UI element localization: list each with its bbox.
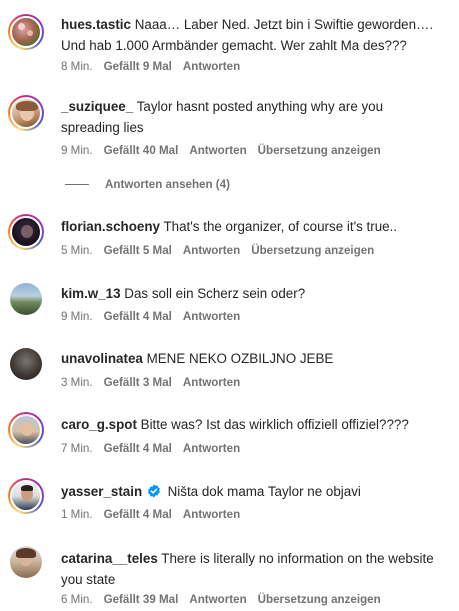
comment-time[interactable]: 6 Min. bbox=[61, 593, 93, 606]
comment-time[interactable]: 7 Min. bbox=[61, 442, 93, 455]
comment-time[interactable]: 8 Min. bbox=[61, 60, 93, 73]
reply-button[interactable]: Antworten bbox=[183, 60, 240, 73]
comment-text: Bitte was? Ist das wirklich offiziell of… bbox=[140, 417, 409, 432]
reply-button[interactable]: Antworten bbox=[189, 144, 246, 157]
verified-badge-icon bbox=[147, 483, 161, 504]
likes-count[interactable]: Gefällt 39 Mal bbox=[104, 593, 179, 606]
comment-text: Ništa dok mama Taylor ne objavi bbox=[167, 484, 361, 499]
likes-count[interactable]: Gefällt 4 Mal bbox=[104, 442, 172, 455]
show-translation-button[interactable]: Übersetzung anzeigen bbox=[251, 244, 374, 257]
likes-count[interactable]: Gefällt 4 Mal bbox=[104, 310, 172, 323]
divider-line bbox=[65, 184, 89, 185]
comment-username[interactable]: catarina__teles bbox=[61, 551, 158, 566]
comment-text: MENE NEKO OZBILJNO JEBE bbox=[146, 351, 334, 366]
comment-time[interactable]: 3 Min. bbox=[61, 376, 93, 389]
avatar[interactable] bbox=[8, 95, 44, 131]
likes-count[interactable]: Gefällt 3 Mal bbox=[104, 376, 172, 389]
reply-button[interactable]: Antworten bbox=[183, 310, 240, 323]
reply-button[interactable]: Antworten bbox=[189, 593, 246, 606]
comment-username[interactable]: florian.schoeny bbox=[61, 219, 160, 234]
avatar[interactable] bbox=[8, 214, 44, 250]
likes-count[interactable]: Gefällt 5 Mal bbox=[104, 244, 172, 257]
show-translation-button[interactable]: Übersetzung anzeigen bbox=[258, 144, 381, 157]
comment-time[interactable]: 5 Min. bbox=[61, 244, 93, 257]
comment-time[interactable]: 9 Min. bbox=[61, 144, 93, 157]
reply-button[interactable]: Antworten bbox=[183, 244, 240, 257]
avatar[interactable] bbox=[8, 478, 44, 514]
comment-username[interactable]: unavolinatea bbox=[61, 351, 143, 366]
comment-time[interactable]: 1 Min. bbox=[61, 508, 93, 521]
comment-text: Das soll ein Scherz sein oder? bbox=[124, 286, 306, 301]
show-translation-button[interactable]: Übersetzung anzeigen bbox=[258, 593, 381, 606]
likes-count[interactable]: Gefällt 4 Mal bbox=[104, 508, 172, 521]
comment-text: That's the organizer, of course it's tru… bbox=[163, 219, 398, 234]
avatar[interactable] bbox=[8, 14, 44, 50]
avatar[interactable] bbox=[10, 348, 42, 380]
reply-button[interactable]: Antworten bbox=[183, 376, 240, 389]
reply-button[interactable]: Antworten bbox=[183, 442, 240, 455]
view-replies-button[interactable]: Antworten ansehen (4) bbox=[65, 178, 230, 191]
likes-count[interactable]: Gefällt 9 Mal bbox=[104, 60, 172, 73]
view-replies-label: Antworten ansehen (4) bbox=[105, 178, 230, 191]
reply-button[interactable]: Antworten bbox=[183, 508, 240, 521]
comment-username[interactable]: caro_g.spot bbox=[61, 417, 137, 432]
avatar[interactable] bbox=[8, 412, 44, 448]
likes-count[interactable]: Gefällt 40 Mal bbox=[104, 144, 179, 157]
comment-username[interactable]: yasser_stain bbox=[61, 484, 142, 499]
comment-time[interactable]: 9 Min. bbox=[61, 310, 93, 323]
avatar[interactable] bbox=[10, 546, 42, 578]
avatar[interactable] bbox=[10, 283, 42, 315]
comment-username[interactable]: kim.w_13 bbox=[61, 286, 121, 301]
comment-username[interactable]: hues.tastic bbox=[61, 17, 131, 32]
comment-username[interactable]: _suziquee_ bbox=[61, 99, 133, 114]
